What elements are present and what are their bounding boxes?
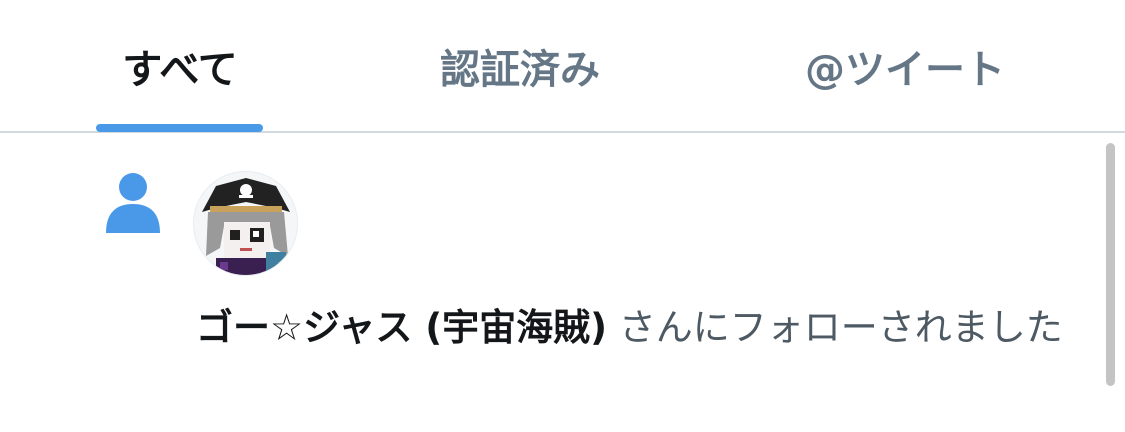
scrollbar[interactable]	[1106, 143, 1115, 386]
person-icon	[106, 173, 160, 233]
notification-message: ゴー☆ジャス (宇宙海賊) さんにフォローされました	[196, 299, 1096, 357]
tab-mentions[interactable]: @ツイート	[760, 0, 1050, 131]
avatar[interactable]	[193, 171, 298, 276]
follow-action-text: さんにフォローされました	[607, 306, 1063, 349]
tab-bar: すべて 認証済み @ツイート	[0, 0, 1125, 133]
follower-name[interactable]: ゴー☆ジャス (宇宙海賊)	[196, 306, 607, 349]
follow-notification[interactable]: ゴー☆ジャス (宇宙海賊) さんにフォローされました	[0, 133, 1125, 432]
avatar-image	[194, 172, 297, 275]
tab-all[interactable]: すべて	[60, 0, 300, 131]
active-tab-indicator	[96, 124, 263, 132]
tab-verified[interactable]: 認証済み	[400, 0, 640, 131]
